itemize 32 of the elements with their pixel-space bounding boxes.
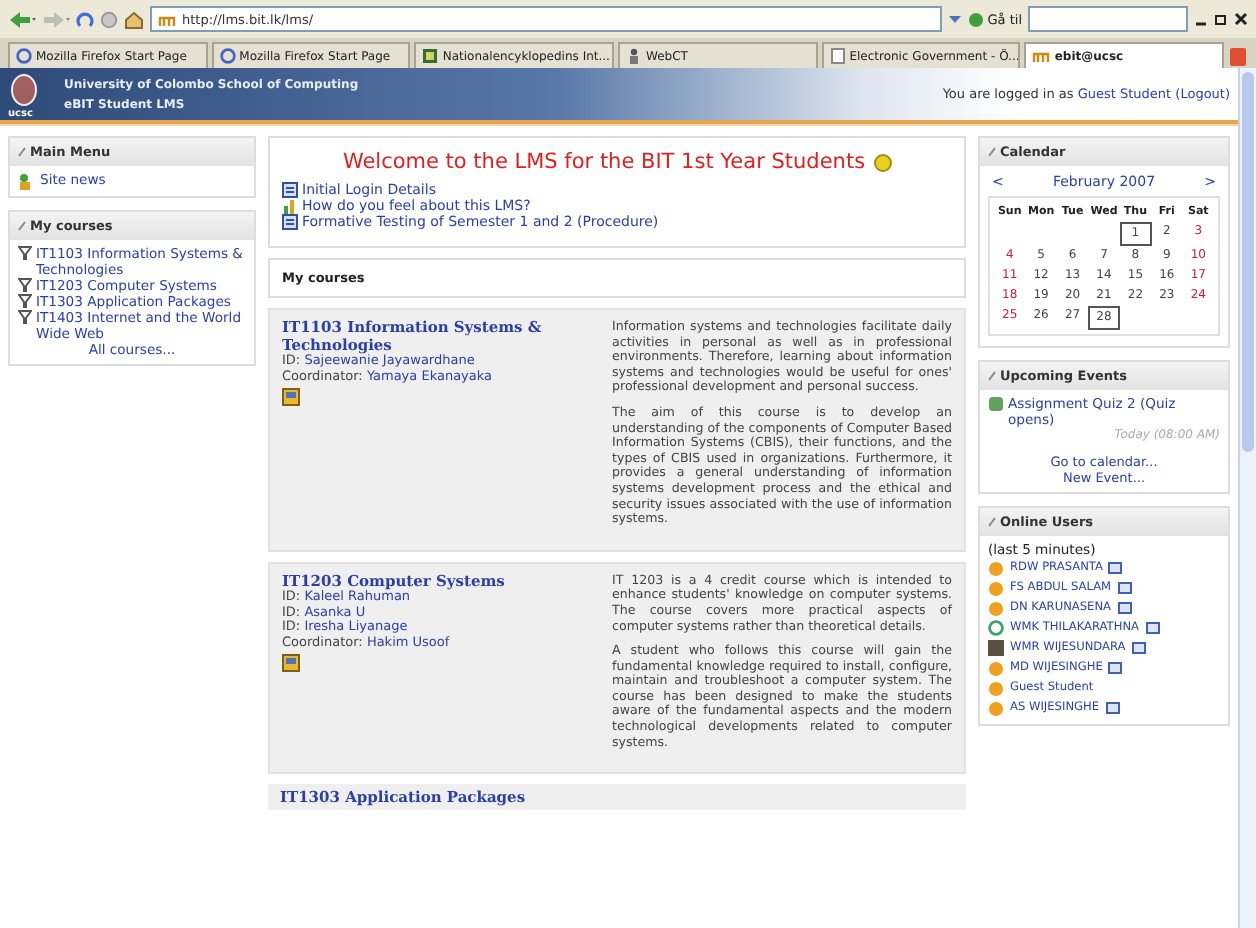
message-icon[interactable]: [1117, 582, 1132, 594]
document-icon: [282, 182, 298, 198]
message-icon[interactable]: [1117, 602, 1132, 614]
chart-icon: [282, 198, 298, 214]
stop-icon: [100, 9, 118, 29]
scrollbar-thumb[interactable]: [1242, 72, 1254, 452]
message-icon[interactable]: [1145, 622, 1159, 634]
welcome-title: Welcome to the LMS for the BIT 1st Year Students: [342, 150, 866, 174]
m-logo-icon: [158, 11, 176, 27]
page-icon: [829, 48, 846, 64]
document-icon: [282, 214, 298, 230]
dropdown-arrow-icon: [947, 12, 962, 26]
message-icon[interactable]: [1105, 702, 1120, 714]
close-tab-icon: [1228, 46, 1249, 68]
close-icon: [1234, 12, 1248, 26]
restore-icon: [1214, 12, 1228, 26]
search-field[interactable]: [1028, 6, 1188, 32]
home-icon: [124, 9, 144, 29]
reload-icon: [76, 9, 94, 29]
book-icon: [422, 48, 439, 64]
m-logo-icon: [1032, 48, 1051, 64]
figure-icon: [626, 48, 643, 64]
message-icon[interactable]: [1131, 642, 1146, 654]
forward-icon: [42, 9, 70, 29]
people-icon: [18, 172, 36, 190]
back-icon: [8, 9, 36, 29]
photo-placeholder: [988, 640, 1004, 656]
message-icon[interactable]: [1108, 562, 1123, 574]
crest-icon: [8, 72, 40, 108]
smiley-icon: [873, 153, 892, 171]
funnel-icon: [18, 246, 32, 260]
message-icon[interactable]: [1108, 662, 1123, 674]
